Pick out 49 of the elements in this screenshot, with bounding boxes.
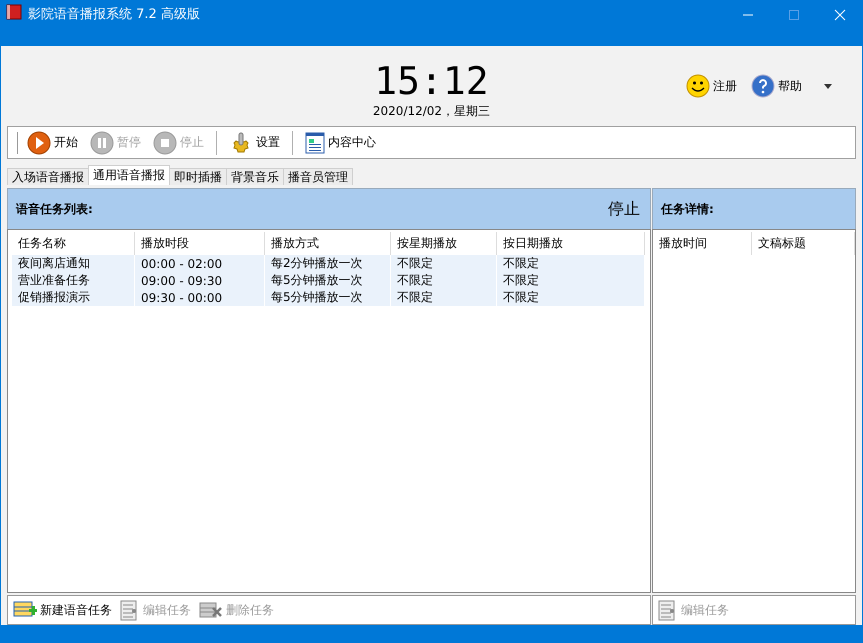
column-header[interactable]: 播放时间 xyxy=(653,232,752,255)
table-cell: 00:00 - 02:00 xyxy=(134,255,264,272)
table-cell: 09:00 - 09:30 xyxy=(134,272,264,289)
action-button[interactable]: 新建语音任务 xyxy=(13,600,112,620)
toolbar-button[interactable]: 开始 xyxy=(23,130,82,154)
window-title: 影院语音播报系统 7.2 高级版 xyxy=(28,6,200,23)
tab[interactable]: 播音员管理 xyxy=(283,168,353,185)
table-cell: 每2分钟播放一次 xyxy=(264,255,390,272)
play-icon xyxy=(27,130,51,154)
toolbar-grip-icon xyxy=(16,132,19,154)
toolbar-button[interactable]: 内容中心 xyxy=(301,132,380,154)
table-cell: 不限定 xyxy=(496,289,644,306)
table-cell: 不限定 xyxy=(390,272,496,289)
tab[interactable]: 即时插播 xyxy=(169,168,227,185)
dropdown-caret-icon[interactable] xyxy=(824,84,832,88)
pause-icon xyxy=(90,130,114,154)
app-icon xyxy=(6,4,22,20)
table-cell: 09:30 - 00:00 xyxy=(134,289,264,306)
clock-time: 15:12 xyxy=(374,58,489,102)
action-label: 编辑任务 xyxy=(681,602,729,618)
status-text: 停止 xyxy=(608,198,640,220)
smiley-icon xyxy=(686,74,710,98)
panel-title: 任务详情: xyxy=(661,200,714,218)
tab[interactable]: 通用语音播报 xyxy=(88,165,170,185)
panel-title: 语音任务列表: xyxy=(16,200,93,218)
action-label: 编辑任务 xyxy=(143,602,191,618)
table-cell: 促销播报演示 xyxy=(12,289,134,306)
table-cell: 不限定 xyxy=(390,255,496,272)
stop-icon xyxy=(153,130,177,154)
table-cell: 每5分钟播放一次 xyxy=(264,289,390,306)
table-cell: 夜间离店通知 xyxy=(12,255,134,272)
tab[interactable]: 背景音乐 xyxy=(226,168,284,185)
close-icon[interactable] xyxy=(834,9,846,21)
table-cell: 不限定 xyxy=(390,289,496,306)
clock-date: 2020/12/02，星期三 xyxy=(372,102,490,120)
tab[interactable]: 入场语音播报 xyxy=(7,168,89,185)
table-cell: 每5分钟播放一次 xyxy=(264,272,390,289)
toolbar-button[interactable]: 设置 xyxy=(225,130,284,154)
delete-list-icon xyxy=(199,600,223,620)
action-label: 新建语音任务 xyxy=(40,602,112,618)
table-cell: 不限定 xyxy=(496,272,644,289)
document-icon xyxy=(305,132,325,154)
help-icon xyxy=(751,74,775,98)
action-label: 删除任务 xyxy=(226,602,274,618)
table-cell: 不限定 xyxy=(496,255,644,272)
header-link[interactable]: 注册 xyxy=(686,74,737,98)
table-cell: 营业准备任务 xyxy=(12,272,134,289)
header-link[interactable]: 帮助 xyxy=(751,74,802,98)
column-header[interactable]: 文稿标题 xyxy=(752,232,854,255)
